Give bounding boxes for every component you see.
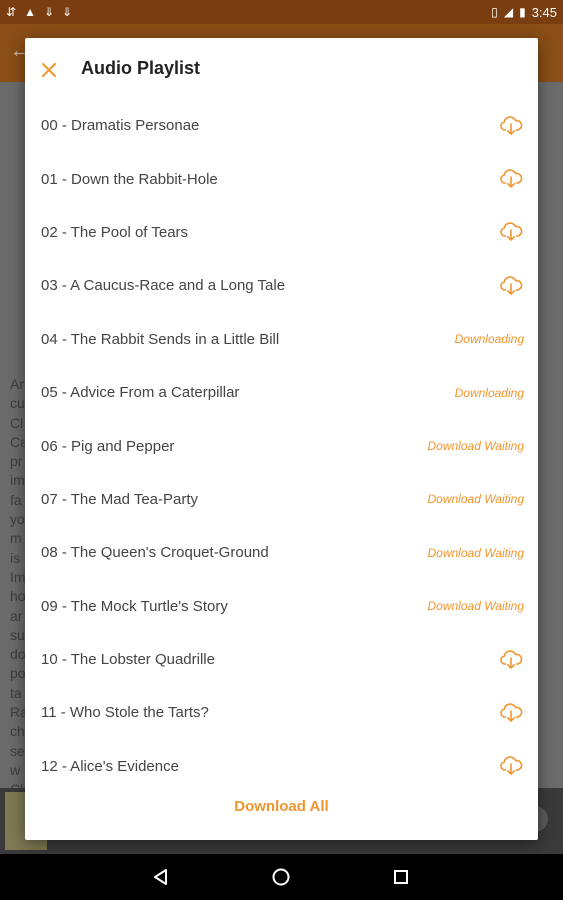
download-icon: ⇓ xyxy=(43,5,55,19)
audio-playlist-dialog: Audio Playlist 00 - Dramatis Personae 01 … xyxy=(25,38,538,840)
download-status: Download Waiting xyxy=(427,599,525,614)
playlist-item-title: 06 - Pig and Pepper xyxy=(41,437,175,455)
download-status: Downloading xyxy=(454,385,524,400)
cloud-download-icon[interactable] xyxy=(498,275,524,297)
vibrate-icon: ▯ xyxy=(491,5,498,19)
cloud-download-icon[interactable] xyxy=(498,755,524,777)
cloud-download-icon[interactable] xyxy=(498,649,524,671)
navigation-bar xyxy=(0,854,563,900)
playlist-item[interactable]: 02 - The Pool of Tears xyxy=(25,206,538,259)
playlist-item-title: 03 - A Caucus-Race and a Long Tale xyxy=(41,277,286,295)
dialog-header: Audio Playlist xyxy=(25,38,538,102)
usb-icon: ⇵ xyxy=(6,5,17,19)
playlist-item[interactable]: 04 - The Rabbit Sends in a Little Bill Do… xyxy=(25,313,538,366)
download-all-button[interactable]: Download All xyxy=(25,798,538,815)
playlist-item-title: 08 - The Queen's Croquet-Ground xyxy=(41,544,269,562)
download-status: Download Waiting xyxy=(427,492,525,507)
battery-icon: ▮ xyxy=(519,5,526,19)
cloud-download-icon[interactable] xyxy=(498,115,524,137)
playlist-item[interactable]: 09 - The Mock Turtle's Story Download Wai… xyxy=(25,580,538,633)
playlist-item-title: 00 - Dramatis Personae xyxy=(41,117,200,135)
playlist-item[interactable]: 10 - The Lobster Quadrille xyxy=(25,633,538,686)
nav-home-icon[interactable] xyxy=(268,864,294,890)
playlist-item-title: 09 - The Mock Turtle's Story xyxy=(41,597,228,615)
cloud-download-icon[interactable] xyxy=(498,702,524,724)
download-status: Download Waiting xyxy=(427,439,525,454)
playlist-item-title: 07 - The Mad Tea-Party xyxy=(41,490,199,508)
signal-icon: ◢ xyxy=(503,5,514,19)
status-bar: ⇵ ▲ ⇓ ⇓ ▯ ◢ ▮ 3:45 xyxy=(0,0,563,24)
playlist-item-title: 04 - The Rabbit Sends in a Little Bill xyxy=(41,330,280,348)
playlist-item[interactable]: 11 - Who Stole the Tarts? xyxy=(25,686,538,739)
download-status: Downloading xyxy=(454,332,524,347)
download-status: Download Waiting xyxy=(427,545,525,560)
nav-back-icon[interactable] xyxy=(148,864,174,890)
playlist: 00 - Dramatis Personae 01 - Down the Rabb… xyxy=(25,99,538,793)
playlist-item[interactable]: 03 - A Caucus-Race and a Long Tale xyxy=(25,259,538,312)
playlist-item[interactable]: 07 - The Mad Tea-Party Download Waiting xyxy=(25,473,538,526)
playlist-item-title: 05 - Advice From a Caterpillar xyxy=(41,384,240,402)
playlist-item[interactable]: 01 - Down the Rabbit-Hole xyxy=(25,152,538,205)
playlist-item[interactable]: 06 - Pig and Pepper Download Waiting xyxy=(25,419,538,472)
playlist-item[interactable]: 08 - The Queen's Croquet-Ground Download … xyxy=(25,526,538,579)
nav-recents-icon[interactable] xyxy=(388,864,414,890)
clock: 3:45 xyxy=(531,4,557,20)
download-icon: ⇓ xyxy=(62,5,73,19)
close-icon xyxy=(42,63,56,77)
playlist-item-title: 12 - Alice's Evidence xyxy=(41,757,179,775)
playlist-item[interactable]: 12 - Alice's Evidence xyxy=(25,740,538,793)
warning-icon: ▲ xyxy=(24,5,36,19)
close-button[interactable] xyxy=(37,58,61,82)
dialog-title: Audio Playlist xyxy=(81,58,201,78)
playlist-item[interactable]: 00 - Dramatis Personae xyxy=(25,99,538,152)
playlist-item-title: 01 - Down the Rabbit-Hole xyxy=(41,170,218,188)
cloud-download-icon[interactable] xyxy=(498,221,524,243)
playlist-item-title: 11 - Who Stole the Tarts? xyxy=(41,704,209,722)
cloud-download-icon[interactable] xyxy=(498,168,524,190)
playlist-item-title: 02 - The Pool of Tears xyxy=(41,223,189,241)
playlist-item-title: 10 - The Lobster Quadrille xyxy=(41,651,215,669)
playlist-item[interactable]: 05 - Advice From a Caterpillar Downloadin… xyxy=(25,366,538,419)
